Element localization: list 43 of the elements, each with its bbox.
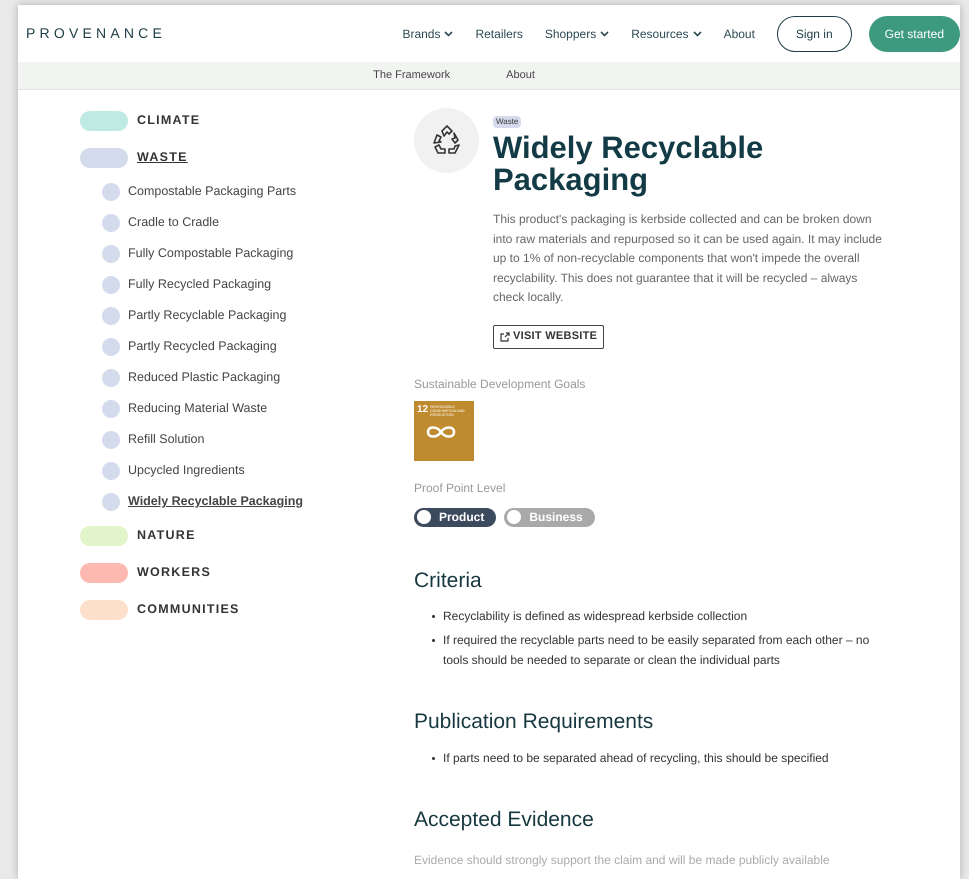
sign-in-button[interactable]: Sign in: [776, 16, 852, 52]
subnav-link[interactable]: The Framework: [373, 67, 450, 84]
chevron-down-icon: [600, 30, 610, 36]
bullet-text: If required the recyclable parts need to be easily separated from each other – no tools should be needed to separate or clean the individual parts: [443, 632, 870, 669]
nav-link[interactable]: Retailers: [475, 24, 523, 42]
subcategory-link[interactable]: Reducing Material Waste: [128, 399, 268, 418]
chevron-down-icon: [444, 30, 454, 36]
section-label: Sustainable Development Goals: [414, 376, 586, 392]
chevron-down-icon: [692, 30, 702, 36]
body-text: Evidence should strongly support the claim and will be made publicly available: [414, 852, 831, 869]
logo[interactable]: PROVENANCE: [26, 23, 166, 44]
category-link[interactable]: CLIMATE: [137, 111, 200, 130]
page-title: Widely Recyclable Packaging: [493, 132, 764, 196]
category-tag: Waste: [493, 116, 522, 128]
section-heading: Criteria: [414, 568, 483, 594]
nav-link[interactable]: About: [724, 24, 755, 42]
subcategory-link[interactable]: Compostable Packaging Parts: [128, 182, 296, 201]
subcategory-link[interactable]: Upcycled Ingredients: [128, 461, 245, 480]
level-toggle[interactable]: Product: [414, 508, 496, 526]
bullet-text: Recyclability is defined as widespread kerbside collection: [443, 608, 748, 625]
description: This product's packaging is kerbside collected and can be broken down into raw materials and repurposed so it can be used again. It may include up to 1% of non-recyclable components that won't impede the overall recyclability. This does not guarantee that it will be recycled – always check locally.: [493, 211, 883, 306]
visit-website-button[interactable]: VISIT WEBSITE: [493, 324, 604, 348]
section-label: Proof Point Level: [414, 480, 506, 496]
external-link-icon: [500, 332, 510, 342]
subcategory-link[interactable]: Reduced Plastic Packaging: [128, 368, 280, 387]
section-heading: Publication Requirements: [414, 709, 654, 735]
section-heading: Accepted Evidence: [414, 806, 595, 832]
subcategory-link[interactable]: Fully Recycled Packaging: [128, 275, 272, 294]
subnav-link[interactable]: About: [506, 67, 535, 84]
subcategory-link[interactable]: Partly Recycled Packaging: [128, 337, 277, 356]
subcategory-link[interactable]: Widely Recyclable Packaging: [128, 492, 303, 511]
nav-link[interactable]: Brands: [402, 24, 454, 42]
subcategory-link[interactable]: Partly Recyclable Packaging: [128, 306, 286, 325]
subcategory-link[interactable]: Fully Compostable Packaging: [128, 244, 294, 263]
subcategory-link[interactable]: Refill Solution: [128, 430, 204, 449]
category-link[interactable]: COMMUNITIES: [137, 600, 240, 619]
bullet-text: If parts need to be separated ahead of recycling, this should be specified: [443, 750, 830, 766]
category-link[interactable]: WASTE: [137, 148, 188, 167]
category-link[interactable]: WORKERS: [137, 563, 212, 582]
subcategory-link[interactable]: Cradle to Cradle: [128, 213, 220, 232]
nav-link[interactable]: Resources: [631, 24, 702, 42]
nav-link[interactable]: Shoppers: [544, 24, 610, 42]
category-link[interactable]: NATURE: [137, 526, 196, 545]
